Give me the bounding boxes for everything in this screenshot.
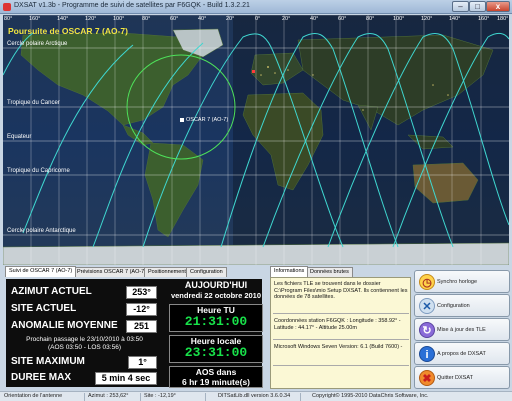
anomalie-label: ANOMALIE MOYENNE (11, 320, 118, 331)
lon-tick: 20° (282, 16, 291, 22)
lon-tick: 120° (85, 16, 97, 22)
lon-tick: 80° (142, 16, 151, 22)
info-panel: Informations Données brutes Les fichiers… (268, 266, 412, 391)
status-copyright: Copyright© 1995-2010 DataChris Software,… (312, 393, 429, 399)
status-separator (205, 393, 206, 401)
status-site: Site : -12,19° (144, 393, 176, 399)
aos-countdown: AOS dans 6 hr 19 minute(s) (169, 366, 263, 388)
title-bar: DXSAT v1.3b - Programme de suivi de sate… (0, 0, 512, 14)
lon-tick: 100° (113, 16, 125, 22)
map-title: Poursuite de OSCAR 7 (AO-7) (8, 26, 128, 36)
lon-tick: 120° (421, 16, 433, 22)
lon-tick: 140° (57, 16, 69, 22)
lon-tick: 80° (366, 16, 375, 22)
action-buttons: ◷ Synchro horloge ✕ Configuration ↻ Mise… (414, 267, 510, 391)
aos-label: AOS dans (195, 367, 237, 377)
capricorn-tropic-label: Tropique du Capricorne (7, 168, 70, 174)
tle-info: Les fichiers TLE se trouvent dans le dos… (274, 281, 408, 300)
about-button[interactable]: i A propos de DXSAT (414, 342, 510, 365)
site-max-value: 1° (128, 356, 157, 369)
lon-tick: 140° (449, 16, 461, 22)
tab-previsions[interactable]: Prévisions OSCAR 7 (AO-7) (73, 267, 151, 277)
site-value: -12° (126, 303, 157, 316)
tracking-values: AZIMUT ACTUEL 253° SITE ACTUEL -12° ANOM… (8, 283, 161, 386)
local-clock: Heure locale 23:31:00 (169, 335, 263, 363)
azimut-value: 253° (126, 286, 157, 299)
exit-icon: ✖ (419, 370, 435, 386)
arctic-circle-label: Cercle polaire Arctique (7, 41, 68, 47)
status-separator (140, 393, 141, 401)
azimut-label: AZIMUT ACTUEL (11, 286, 92, 297)
info-separator (273, 365, 409, 366)
maximize-button[interactable]: □ (469, 1, 486, 12)
about-label: A propos de DXSAT (437, 351, 486, 357)
update-tle-button[interactable]: ↻ Mise à jour des TLE (414, 318, 510, 341)
status-dll: DITSatLib.dll version 3.6.0.34 (218, 393, 291, 399)
status-separator (84, 393, 85, 401)
satellite-label: OSCAR 7 (AO-7) (186, 117, 229, 123)
today-title: AUJOURD'HUI (184, 280, 248, 290)
update-tle-label: Mise à jour des TLE (437, 327, 486, 333)
lon-tick: 20° (226, 16, 235, 22)
utc-value: 21:31:00 (184, 314, 248, 329)
lon-tick: 60° (338, 16, 347, 22)
duree-value: 5 min 4 sec (95, 372, 157, 385)
anomalie-value: 251 (126, 320, 157, 333)
site-max-label: SITE MAXIMUM (11, 356, 85, 367)
utc-clock: Heure TU 21:31:00 (169, 304, 263, 332)
lon-tick: 80° (4, 16, 13, 22)
satellite-marker (180, 118, 184, 122)
info-body: Les fichiers TLE se trouvent dans le dos… (270, 277, 411, 389)
tab-positionnement[interactable]: Positionnement (144, 267, 190, 277)
lon-tick: 40° (310, 16, 319, 22)
info-icon: i (419, 346, 435, 362)
lon-tick: 0° (255, 16, 261, 22)
today-date: vendredi 22 octobre 2010 (170, 291, 262, 300)
minimize-button[interactable]: – (452, 1, 469, 12)
cancer-tropic-label: Tropique du Cancer (7, 100, 60, 106)
next-pass-line2: (AOS 03:50 - LOS 03:56) (48, 344, 121, 351)
update-icon: ↻ (419, 322, 435, 338)
next-pass-line1: Prochain passage le 23/10/2010 à 03:50 (26, 336, 143, 343)
quit-label: Quitter DXSAT (437, 375, 473, 381)
local-value: 23:31:00 (184, 345, 248, 360)
window-title: DXSAT v1.3b - Programme de suivi de sate… (14, 2, 250, 9)
synchro-horloge-button[interactable]: ◷ Synchro horloge (414, 270, 510, 293)
tab-configuration[interactable]: Configuration (186, 267, 227, 277)
status-bar: Orientation de l'antenne Azimut : 253,62… (0, 391, 512, 401)
info-separator (273, 339, 409, 340)
aos-value: 6 hr 19 minute(s) (181, 377, 251, 387)
tab-suivi[interactable]: Suivi de OSCAR 7 (AO-7) (5, 266, 77, 277)
tracking-panel: Suivi de OSCAR 7 (AO-7) Prévisions OSCAR… (3, 266, 265, 391)
quit-button[interactable]: ✖ Quitter DXSAT (414, 366, 510, 389)
map-graphic (3, 15, 509, 265)
tab-informations[interactable]: Informations (270, 266, 309, 277)
app-icon (3, 3, 11, 11)
equator-label: Equateur (7, 134, 32, 140)
tracking-tabs: Suivi de OSCAR 7 (AO-7) Prévisions OSCAR… (3, 266, 265, 277)
tools-icon: ✕ (419, 298, 435, 314)
station-coords: Coordonnées station F6GQK : Longitude : … (274, 318, 401, 331)
synchro-horloge-label: Synchro horloge (437, 279, 478, 285)
lon-tick: 180° (497, 16, 509, 22)
lon-tick: 160° (29, 16, 41, 22)
tab-donnees-brutes[interactable]: Données brutes (306, 267, 353, 277)
os-info: Microsoft Windows Seven Version: 6.1 (Bu… (274, 344, 403, 350)
status-separator (300, 393, 301, 401)
configuration-label: Configuration (437, 303, 470, 309)
lon-tick: 60° (170, 16, 179, 22)
lon-tick: 40° (198, 16, 207, 22)
close-button[interactable]: x (486, 1, 510, 12)
lon-tick: 100° (393, 16, 405, 22)
site-label: SITE ACTUEL (11, 303, 77, 314)
status-orientation: Orientation de l'antenne (4, 393, 63, 399)
lon-tick: 160° (478, 16, 490, 22)
antarctic-circle-label: Cercle polaire Antarctique (7, 228, 76, 234)
status-azimut: Azimut : 253,62° (88, 393, 129, 399)
clock-icon: ◷ (419, 274, 435, 290)
world-map[interactable]: 80° 160° 140° 120° 100° 80° 60° 40° 20° … (3, 15, 509, 265)
info-separator (273, 313, 409, 314)
duree-label: DUREE MAX (11, 372, 72, 383)
configuration-button[interactable]: ✕ Configuration (414, 294, 510, 317)
